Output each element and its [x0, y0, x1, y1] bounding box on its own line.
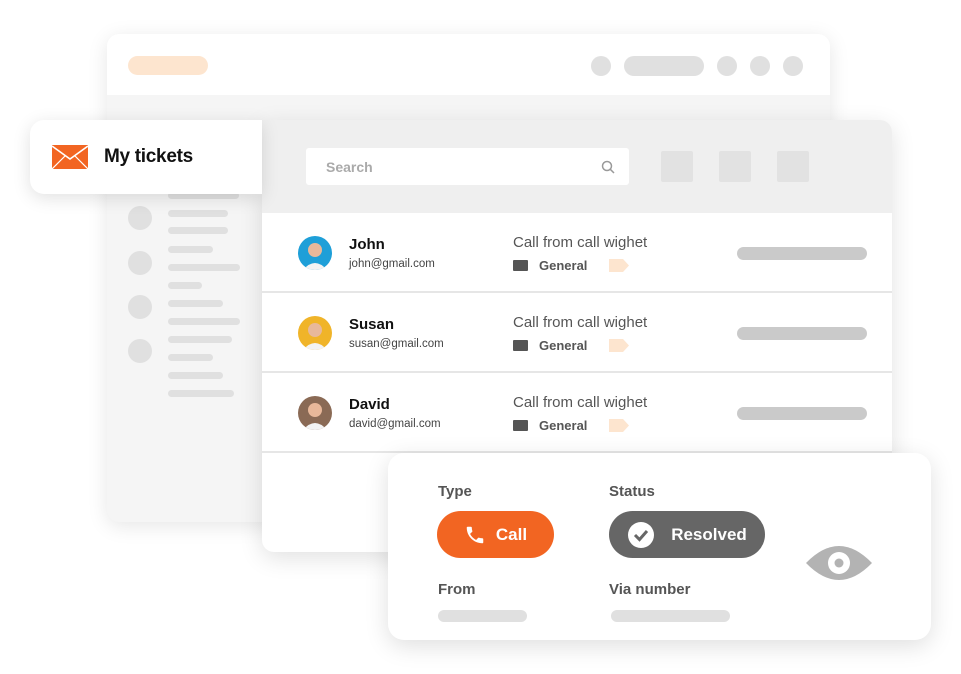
sidebar-skeleton-line [168, 336, 232, 343]
toolbar-button[interactable] [719, 151, 751, 182]
search-input[interactable]: Search [306, 148, 629, 185]
avatar [298, 316, 332, 350]
toolbar-button[interactable] [777, 151, 809, 182]
toolbar-button[interactable] [661, 151, 693, 182]
sidebar-skeleton-line [168, 246, 213, 253]
my-tickets-label: My tickets [104, 146, 193, 167]
header-circle [717, 56, 737, 76]
type-badge[interactable]: Call [437, 511, 554, 558]
folder-icon [513, 340, 528, 351]
tag-icon [609, 339, 629, 352]
from-label: From [438, 581, 476, 598]
sidebar-skeleton-avatar [128, 295, 152, 319]
ticket-email: john@gmail.com [349, 258, 435, 270]
ticket-category: General [539, 258, 588, 273]
sidebar-skeleton-line [168, 210, 228, 217]
person-photo-icon [303, 323, 327, 350]
via-number-label: Via number [609, 581, 691, 598]
check-circle-icon [628, 521, 655, 548]
status-label: Status [609, 483, 655, 500]
search-placeholder: Search [326, 158, 373, 175]
type-label: Type [438, 483, 472, 500]
sidebar-skeleton-line [168, 372, 223, 379]
ticket-placeholder-bar [737, 247, 867, 260]
avatar [298, 396, 332, 430]
sidebar-skeleton-line [168, 300, 223, 307]
ticket-category: General [539, 418, 588, 433]
ticket-row[interactable]: David david@gmail.com Call from call wig… [262, 373, 892, 453]
ticket-subject: Call from call wighet [513, 314, 648, 331]
logo-placeholder [128, 56, 208, 75]
window-header [107, 34, 830, 95]
person-photo-icon [303, 243, 327, 270]
tag-icon [609, 259, 629, 272]
sidebar-skeleton-line [168, 227, 228, 234]
sidebar-skeleton-avatar [128, 339, 152, 363]
ticket-subject: Call from call wighet [513, 234, 648, 251]
phone-icon [466, 526, 484, 543]
ticket-name: David [349, 396, 390, 413]
ticket-placeholder-bar [737, 327, 867, 340]
via-number-placeholder [611, 610, 730, 622]
ticket-detail-card: Type Status Call Resolved From Via numbe… [388, 453, 931, 640]
folder-icon [513, 420, 528, 431]
header-circle [591, 56, 611, 76]
sidebar-skeleton-avatar [128, 251, 152, 275]
sidebar-skeleton-line [168, 354, 213, 361]
ticket-category: General [539, 338, 588, 353]
sidebar-skeleton-line [168, 264, 240, 271]
tag-icon [609, 419, 629, 432]
ticket-email: david@gmail.com [349, 418, 441, 430]
my-tickets-card[interactable]: My tickets [30, 120, 262, 194]
header-circle [783, 56, 803, 76]
search-icon [601, 160, 615, 174]
sidebar-skeleton-line [168, 318, 240, 325]
envelope-icon [52, 145, 88, 169]
avatar [298, 236, 332, 270]
ticket-name: John [349, 236, 385, 253]
ticket-placeholder-bar [737, 407, 867, 420]
sidebar-skeleton-line [168, 282, 202, 289]
header-pill [624, 56, 704, 76]
status-badge[interactable]: Resolved [609, 511, 765, 558]
type-value: Call [495, 524, 528, 544]
eye-icon[interactable] [806, 543, 872, 583]
status-value: Resolved [671, 524, 747, 544]
sidebar-skeleton-line [168, 390, 234, 397]
sidebar-skeleton-avatar [128, 206, 152, 230]
toolbar: Search [262, 120, 892, 213]
from-value-placeholder [438, 610, 527, 622]
ticket-row[interactable]: John john@gmail.com Call from call wighe… [262, 213, 892, 293]
header-circle [750, 56, 770, 76]
ticket-subject: Call from call wighet [513, 394, 648, 411]
ticket-name: Susan [349, 316, 395, 333]
ticket-email: susan@gmail.com [349, 338, 444, 350]
person-photo-icon [303, 403, 327, 430]
folder-icon [513, 260, 528, 271]
ticket-row[interactable]: Susan susan@gmail.com Call from call wig… [262, 293, 892, 373]
